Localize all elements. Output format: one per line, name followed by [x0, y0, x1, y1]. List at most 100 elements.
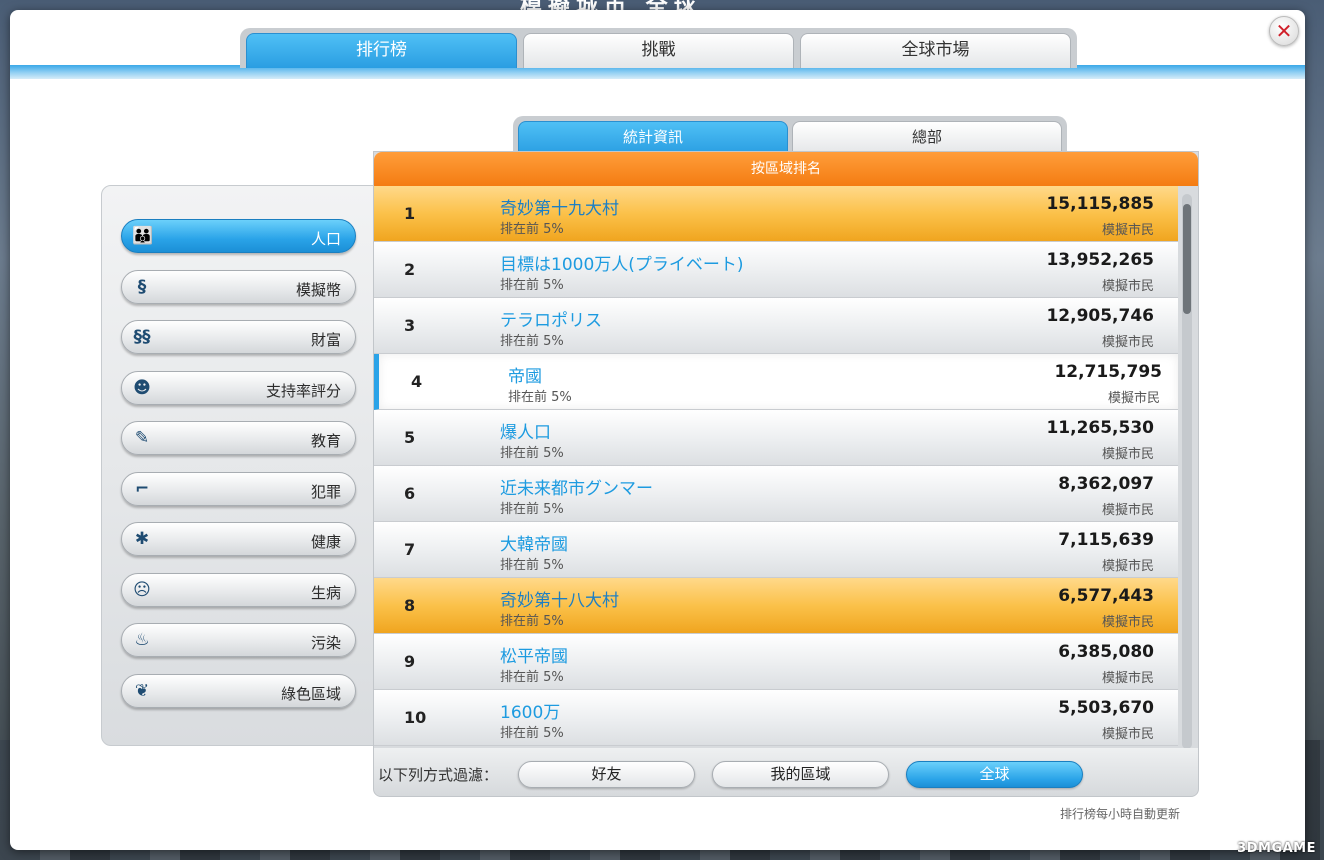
city-name-link[interactable]: テラロポリス [500, 306, 602, 331]
scrollbar-thumb[interactable] [1183, 204, 1191, 314]
city-name-link[interactable]: 奇妙第十八大村 [500, 586, 619, 611]
ranking-row-selected[interactable]: 4 帝國 排在前 5% 12,715,795 模擬市民 [374, 354, 1178, 410]
unit-label: 模擬市民 [1101, 223, 1154, 238]
rank-number: 4 [411, 372, 423, 391]
unit-label: 模擬市民 [1101, 503, 1154, 518]
rank-number: 10 [404, 708, 427, 727]
ranking-row[interactable]: 9 松平帝國 排在前 5% 6,385,080 模擬市民 [374, 634, 1178, 690]
rank-number: 3 [404, 316, 416, 335]
leaderboard-window: 排行榜 挑戰 全球市場 ✕ 統計資訊 總部 👪 人口 § 模擬幣 §§ 財富 ☻… [10, 10, 1305, 850]
filter-friends-button[interactable]: 好友 [518, 761, 695, 788]
population-value: 6,577,443 [1058, 586, 1154, 606]
main-tab-bar: 排行榜 挑戰 全球市場 [240, 28, 1077, 68]
percentile-text: 排在前 5% [500, 446, 564, 461]
tab-challenges[interactable]: 挑戰 [523, 33, 794, 68]
population-value: 7,115,639 [1058, 530, 1154, 550]
percentile-text: 排在前 5% [500, 726, 564, 741]
category-wealth-button[interactable]: §§ 財富 [121, 320, 356, 354]
city-name-link[interactable]: 近未来都市グンマー [500, 474, 653, 499]
population-value: 6,385,080 [1058, 642, 1154, 662]
filter-bar: 以下列方式過濾： 好友 我的區域 全球 [374, 748, 1198, 796]
ranking-row[interactable]: 8 奇妙第十八大村 排在前 5% 6,577,443 模擬市民 [374, 578, 1178, 634]
city-name-link[interactable]: 目標は1000万人(プライベート) [500, 250, 744, 275]
rank-number: 9 [404, 652, 416, 671]
population-value: 13,952,265 [1046, 250, 1154, 270]
category-approval-button[interactable]: ☻ 支持率評分 [121, 370, 356, 405]
green-leaf-icon: ❦ [134, 680, 150, 701]
ranking-row[interactable]: 6 近未来都市グンマー 排在前 5% 8,362,097 模擬市民 [374, 466, 1178, 522]
population-value: 8,362,097 [1058, 474, 1154, 494]
ranking-panel: 按區域排名 1 奇妙第十九大村 排在前 5% 15,115,885 模擬市民 2… [373, 151, 1199, 797]
category-label: 財富 [310, 331, 341, 349]
percentile-text: 排在前 5% [500, 558, 564, 573]
rank-number: 2 [404, 260, 416, 279]
ranking-row[interactable]: 10 1600万 排在前 5% 5,503,670 模擬市民 [374, 690, 1178, 746]
category-label: 健康 [310, 533, 341, 551]
approval-smiley-icon: ☻ [133, 377, 151, 398]
tab-statistics[interactable]: 統計資訊 [518, 121, 788, 154]
ranking-row[interactable]: 7 大韓帝國 排在前 5% 7,115,639 模擬市民 [374, 522, 1178, 578]
background-title: 模擬城市 全球 [520, 0, 810, 10]
category-label: 犯罪 [310, 482, 341, 501]
population-value: 15,115,885 [1046, 194, 1154, 214]
ranking-list[interactable]: 1 奇妙第十九大村 排在前 5% 15,115,885 模擬市民 2 目標は10… [374, 186, 1178, 746]
city-name-link[interactable]: 爆人口 [500, 418, 551, 443]
city-name-link[interactable]: 奇妙第十九大村 [500, 194, 619, 219]
unit-label: 模擬市民 [1101, 671, 1154, 686]
category-population-button[interactable]: 👪 人口 [121, 219, 356, 253]
crime-gun-icon: ⌐ [134, 478, 150, 499]
unit-label: 模擬市民 [1101, 727, 1154, 742]
tab-leaderboard[interactable]: 排行榜 [246, 33, 517, 68]
city-name-link[interactable]: 松平帝國 [500, 642, 568, 667]
tab-global-market[interactable]: 全球市場 [800, 33, 1071, 68]
filter-my-region-button[interactable]: 我的區域 [712, 761, 889, 788]
rank-number: 1 [404, 204, 416, 223]
rank-number: 6 [404, 484, 416, 503]
category-label: 污染 [310, 634, 341, 652]
percentile-text: 排在前 5% [500, 334, 564, 349]
close-icon[interactable]: ✕ [1269, 16, 1299, 46]
percentile-text: 排在前 5% [508, 390, 572, 405]
category-simoleons-button[interactable]: § 模擬幣 [121, 269, 356, 304]
filter-global-button[interactable]: 全球 [906, 761, 1083, 788]
category-crime-button[interactable]: ⌐ 犯罪 [121, 471, 356, 506]
ranking-row[interactable]: 5 爆人口 排在前 5% 11,265,530 模擬市民 [374, 410, 1178, 466]
population-value: 12,905,746 [1046, 306, 1154, 326]
city-name-link[interactable]: 1600万 [500, 698, 560, 723]
category-label: 模擬幣 [295, 280, 341, 299]
percentile-text: 排在前 5% [500, 278, 564, 293]
ranking-row[interactable]: 3 テラロポリス 排在前 5% 12,905,746 模擬市民 [374, 298, 1178, 354]
ranking-row[interactable]: 2 目標は1000万人(プライベート) 排在前 5% 13,952,265 模擬… [374, 242, 1178, 298]
percentile-text: 排在前 5% [500, 222, 564, 237]
population-value: 5,503,670 [1058, 698, 1154, 718]
list-scrollbar[interactable] [1182, 194, 1192, 749]
health-star-of-life-icon: ✱ [134, 529, 150, 549]
rank-number: 8 [404, 596, 416, 615]
city-name-link[interactable]: 大韓帝國 [500, 530, 568, 555]
rank-number: 7 [404, 540, 416, 559]
unit-label: 模擬市民 [1101, 335, 1154, 350]
category-health-button[interactable]: ✱ 健康 [121, 522, 356, 556]
category-education-button[interactable]: ✎ 教育 [121, 421, 356, 455]
percentile-text: 排在前 5% [500, 614, 564, 629]
percentile-text: 排在前 5% [500, 670, 564, 685]
city-name-link[interactable]: 帝國 [508, 362, 542, 387]
category-pollution-button[interactable]: ♨ 污染 [121, 623, 356, 657]
unit-label: 模擬市民 [1101, 447, 1154, 462]
unit-label: 模擬市民 [1107, 391, 1160, 406]
unit-label: 模擬市民 [1101, 279, 1154, 294]
category-list: 👪 人口 § 模擬幣 §§ 財富 ☻ 支持率評分 ✎ 教育 ⌐ 犯罪 ✱ 健康 … [101, 185, 376, 746]
pollution-smokestack-icon: ♨ [134, 630, 150, 650]
tab-headquarters[interactable]: 總部 [792, 121, 1062, 154]
filter-label: 以下列方式過濾： [378, 766, 499, 784]
population-value: 12,715,795 [1054, 362, 1162, 382]
unit-label: 模擬市民 [1101, 559, 1154, 574]
category-label: 生病 [310, 583, 341, 602]
sick-face-icon: ☹ [133, 579, 151, 600]
education-book-icon: ✎ [134, 428, 150, 448]
percentile-text: 排在前 5% [500, 502, 564, 517]
population-value: 11,265,530 [1046, 418, 1154, 438]
category-sickness-button[interactable]: ☹ 生病 [121, 572, 356, 607]
category-green-space-button[interactable]: ❦ 綠色區域 [121, 673, 356, 708]
ranking-row[interactable]: 1 奇妙第十九大村 排在前 5% 15,115,885 模擬市民 [374, 186, 1178, 242]
